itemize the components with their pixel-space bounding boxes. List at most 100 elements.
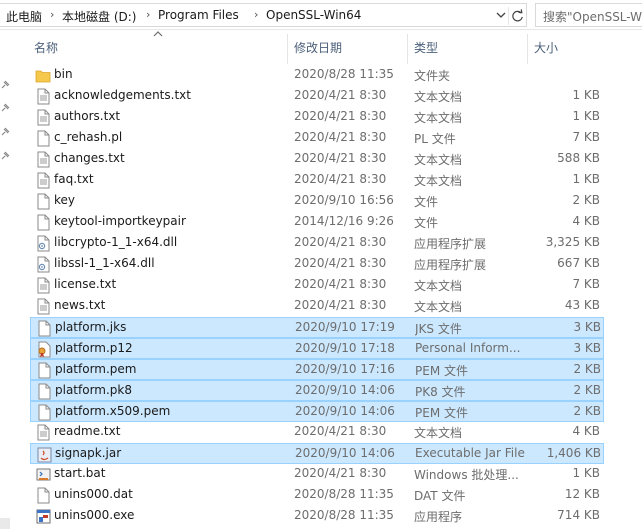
search-placeholder: 搜索"OpenSSL-Win64" [543, 10, 642, 24]
file-row[interactable]: unins000.dat 2020/8/28 11:35 DAT 文件 12 KB [30, 485, 604, 506]
breadcrumb-separator[interactable]: › [254, 8, 258, 21]
breadcrumb-this-pc[interactable]: 此电脑 [6, 8, 42, 25]
column-divider[interactable] [407, 34, 408, 64]
file-row[interactable]: platform.jks 2020/9/10 17:19 JKS 文件 3 KB [30, 317, 604, 338]
file-row[interactable]: signapk.jar 2020/9/10 14:06 Executable Jar… [30, 443, 604, 464]
file-row[interactable]: platform.x509.pem 2020/9/10 14:06 PEM 文件 2 … [30, 401, 604, 422]
file-type: PEM 文件 [415, 406, 468, 420]
file-type: PL 文件 [414, 132, 456, 146]
file-row[interactable]: platform.p12 2020/9/10 17:18 Personal Info… [30, 338, 604, 359]
file-name: news.txt [54, 298, 106, 312]
file-row[interactable]: faq.txt 2020/4/21 8:30 文本文档 1 KB [30, 170, 604, 191]
file-row[interactable]: keytool-importkeypair 2014/12/16 9:26 文件 4 … [30, 212, 604, 233]
pin-icon[interactable] [0, 151, 10, 161]
dll-file-icon [37, 235, 50, 252]
file-icon [38, 404, 51, 421]
file-size: 3,325 KB [545, 235, 600, 249]
file-type: 文本文档 [414, 279, 463, 293]
file-row[interactable]: c_rehash.pl 2020/4/21 8:30 PL 文件 7 KB [30, 128, 604, 149]
file-type: Windows 批处理... [414, 468, 519, 482]
text-file-icon [37, 424, 50, 441]
file-modified-date: 2020/8/28 11:35 [294, 508, 394, 522]
file-modified-date: 2020/9/10 16:56 [294, 193, 394, 207]
file-size: 588 KB [557, 151, 600, 165]
file-type: PEM 文件 [415, 364, 468, 378]
breadcrumb-separator[interactable]: › [50, 8, 54, 21]
column-header-size[interactable]: 大小 [528, 30, 608, 64]
certificate-file-icon [38, 341, 51, 358]
file-type: 文本文档 [414, 111, 463, 125]
column-header-date[interactable]: 修改日期 [288, 30, 406, 64]
pin-icon[interactable] [0, 80, 10, 90]
file-name: authors.txt [54, 109, 121, 123]
file-row[interactable]: platform.pk8 2020/9/10 14:06 PK8 文件 2 KB [30, 380, 604, 401]
file-type: 应用程序 [414, 510, 463, 524]
breadcrumb-program-files[interactable]: Program Files [158, 8, 239, 22]
refresh-icon[interactable] [508, 7, 526, 25]
file-icon [38, 320, 51, 337]
file-row[interactable]: libssl-1_1-x64.dll 2020/4/21 8:30 应用程序扩展 66… [30, 254, 604, 275]
file-row[interactable]: readme.txt 2020/4/21 8:30 文本文档 4 KB [30, 422, 604, 443]
navigation-scrollbar[interactable] [0, 518, 10, 529]
file-name: platform.x509.pem [55, 404, 171, 418]
breadcrumb-local-disk[interactable]: 本地磁盘 (D:) [62, 8, 136, 25]
pin-icon[interactable] [0, 127, 10, 137]
file-name: c_rehash.pl [54, 130, 123, 144]
column-divider[interactable] [527, 34, 528, 64]
file-modified-date: 2020/9/10 14:06 [295, 383, 395, 397]
file-size: 4 KB [572, 424, 600, 438]
file-name: acknowledgements.txt [54, 88, 191, 102]
search-input[interactable]: 搜索"OpenSSL-Win64" [535, 3, 642, 27]
file-modified-date: 2020/4/21 8:30 [294, 277, 387, 291]
file-row[interactable]: acknowledgements.txt 2020/4/21 8:30 文本文档 1 … [30, 86, 604, 107]
file-name: changes.txt [54, 151, 125, 165]
file-type: 文件 [414, 195, 439, 209]
file-name: unins000.dat [54, 487, 133, 501]
file-name: signapk.jar [55, 446, 122, 460]
file-type: 文本文档 [414, 300, 463, 314]
file-row[interactable]: bin 2020/8/28 11:35 文件夹 [30, 65, 604, 86]
file-size: 1 KB [572, 172, 600, 186]
file-row[interactable]: changes.txt 2020/4/21 8:30 文本文档 588 KB [30, 149, 604, 170]
file-type: 文本文档 [414, 90, 463, 104]
navigation-pane-edge[interactable] [0, 30, 12, 529]
file-row[interactable]: key 2020/9/10 16:56 文件 2 KB [30, 191, 604, 212]
file-row[interactable]: platform.pem 2020/9/10 17:16 PEM 文件 2 KB [30, 359, 604, 380]
file-name: platform.p12 [55, 341, 133, 355]
file-type: Executable Jar File [415, 446, 525, 460]
column-divider[interactable] [287, 34, 288, 64]
text-file-icon [37, 298, 50, 315]
file-modified-date: 2020/9/10 14:06 [295, 446, 395, 460]
file-modified-date: 2020/9/10 17:19 [295, 320, 395, 334]
file-icon [37, 193, 50, 210]
column-header-name-label: 名称 [34, 41, 59, 55]
file-size: 667 KB [557, 256, 600, 270]
file-modified-date: 2020/9/10 14:06 [295, 404, 395, 418]
text-file-icon [37, 109, 50, 126]
file-size: 7 KB [572, 277, 600, 291]
file-icon [38, 383, 51, 400]
file-size: 2 KB [573, 404, 601, 418]
file-size: 1,406 KB [546, 446, 601, 460]
file-row[interactable]: libcrypto-1_1-x64.dll 2020/4/21 8:30 应用程序扩… [30, 233, 604, 254]
file-type: JKS 文件 [415, 322, 462, 336]
file-size: 4 KB [572, 214, 600, 228]
column-header-type[interactable]: 类型 [408, 30, 526, 64]
pin-icon[interactable] [0, 103, 10, 113]
file-modified-date: 2020/9/10 17:18 [295, 341, 395, 355]
file-row[interactable]: authors.txt 2020/4/21 8:30 文本文档 1 KB [30, 107, 604, 128]
breadcrumb-separator[interactable]: › [146, 8, 150, 21]
file-row[interactable]: unins000.exe 2020/8/28 11:35 应用程序 714 KB [30, 506, 604, 527]
file-name: unins000.exe [54, 508, 135, 522]
file-row[interactable]: license.txt 2020/4/21 8:30 文本文档 7 KB [30, 275, 604, 296]
file-type: PK8 文件 [415, 385, 466, 399]
chevron-down-icon[interactable] [494, 8, 508, 22]
file-row[interactable]: start.bat 2020/4/21 8:30 Windows 批处理... 1 K… [30, 464, 604, 485]
file-modified-date: 2020/4/21 8:30 [294, 130, 387, 144]
breadcrumb-openssl-win64[interactable]: OpenSSL-Win64 [266, 8, 361, 22]
address-breadcrumb[interactable]: 此电脑 › 本地磁盘 (D:) › Program Files › OpenSS… [0, 3, 527, 27]
file-size: 2 KB [572, 193, 600, 207]
file-type: 文件 [414, 216, 439, 230]
file-size: 3 KB [573, 320, 601, 334]
file-row[interactable]: news.txt 2020/4/21 8:30 文本文档 43 KB [30, 296, 604, 317]
